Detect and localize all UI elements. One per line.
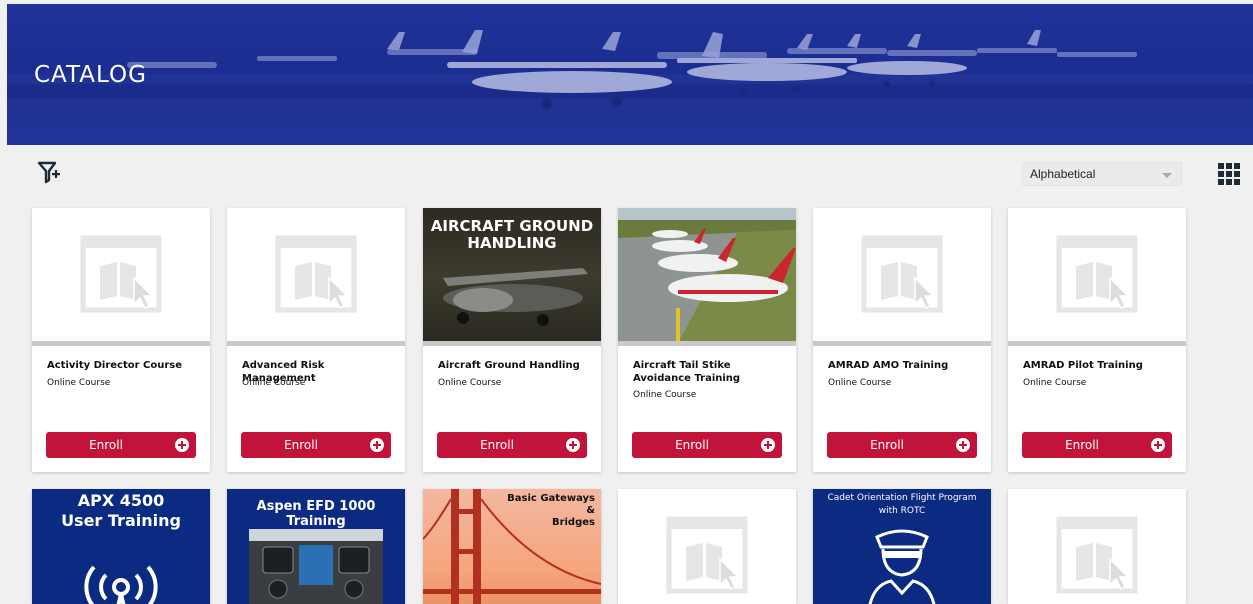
- course-card[interactable]: Aspen EFD 1000 Training: [227, 489, 405, 604]
- enroll-button[interactable]: Enroll: [1022, 432, 1172, 458]
- course-title[interactable]: AMRAD Pilot Training: [1023, 359, 1179, 372]
- thumbnail-divider: [618, 341, 796, 346]
- cockpit-photo: [249, 529, 383, 604]
- page-title: CATALOG: [34, 62, 147, 88]
- course-title[interactable]: Aircraft Tail Stike Avoidance Training: [633, 359, 789, 385]
- course-card[interactable]: [618, 489, 796, 604]
- placeholder-course-icon: [813, 208, 991, 343]
- sort-dropdown[interactable]: Alphabetical: [1022, 162, 1182, 186]
- course-card[interactable]: AMRAD Pilot Training Online Course Enrol…: [1008, 208, 1186, 472]
- course-card[interactable]: Cadet Orientation Flight Program with RO…: [813, 489, 991, 604]
- plus-circle-icon: [175, 438, 189, 452]
- course-type: Online Course: [1023, 378, 1087, 388]
- thumbnail-divider: [423, 341, 601, 346]
- thumbnail-divider: [813, 341, 991, 346]
- plus-circle-icon: [956, 438, 970, 452]
- runway-planes-photo: [618, 208, 796, 343]
- course-title[interactable]: AMRAD AMO Training: [828, 359, 984, 372]
- placeholder-course-icon: [1008, 208, 1186, 343]
- course-thumbnail[interactable]: [813, 208, 991, 343]
- pilot-icon: [868, 529, 936, 604]
- course-type: Online Course: [633, 390, 697, 400]
- course-title[interactable]: Activity Director Course: [47, 359, 203, 372]
- enroll-label: Enroll: [284, 438, 318, 452]
- course-thumbnail[interactable]: [618, 489, 796, 604]
- chevron-down-icon: [1162, 173, 1172, 178]
- course-thumbnail[interactable]: [1008, 489, 1186, 604]
- plus-circle-icon: [566, 438, 580, 452]
- thumbnail-caption: Basic Gateways & Bridges: [507, 493, 595, 528]
- thumbnail-divider: [227, 341, 405, 346]
- course-thumbnail[interactable]: Aspen EFD 1000 Training: [227, 489, 405, 604]
- enroll-label: Enroll: [89, 438, 123, 452]
- catalog-banner: CATALOG: [7, 4, 1253, 145]
- course-card[interactable]: Aircraft Tail Stike Avoidance Training O…: [618, 208, 796, 472]
- plus-circle-icon: [1151, 438, 1165, 452]
- sort-selected-value: Alphabetical: [1030, 167, 1096, 181]
- course-type: Online Course: [242, 378, 306, 388]
- plus-circle-icon: [761, 438, 775, 452]
- course-thumbnail[interactable]: Cadet Orientation Flight Program with RO…: [813, 489, 991, 604]
- course-thumbnail[interactable]: [618, 208, 796, 343]
- course-card[interactable]: Activity Director Course Online Course E…: [32, 208, 210, 472]
- enroll-button[interactable]: Enroll: [437, 432, 587, 458]
- course-card[interactable]: Basic Gateways & Bridges: [423, 489, 601, 604]
- radio-signal-icon: [84, 565, 158, 604]
- course-thumbnail[interactable]: [32, 208, 210, 343]
- grid-view-icon[interactable]: [1218, 163, 1240, 185]
- course-card[interactable]: APX 4500 User Training: [32, 489, 210, 604]
- placeholder-course-icon: [32, 208, 210, 343]
- course-thumbnail[interactable]: Basic Gateways & Bridges: [423, 489, 601, 604]
- course-card[interactable]: AMRAD AMO Training Online Course Enroll: [813, 208, 991, 472]
- thumbnail-divider: [32, 341, 210, 346]
- enroll-label: Enroll: [675, 438, 709, 452]
- course-thumbnail[interactable]: APX 4500 User Training: [32, 489, 210, 604]
- course-card[interactable]: Advanced Risk Management Online Course E…: [227, 208, 405, 472]
- enroll-label: Enroll: [480, 438, 514, 452]
- course-title[interactable]: Aircraft Ground Handling: [438, 359, 594, 372]
- enroll-label: Enroll: [870, 438, 904, 452]
- course-type: Online Course: [47, 378, 111, 388]
- course-thumbnail[interactable]: [1008, 208, 1186, 343]
- course-thumbnail[interactable]: [227, 208, 405, 343]
- enroll-button[interactable]: Enroll: [46, 432, 196, 458]
- placeholder-course-icon: [1008, 489, 1186, 604]
- course-card[interactable]: AIRCRAFT GROUND HANDLING Aircraft Ground…: [423, 208, 601, 472]
- enroll-label: Enroll: [1065, 438, 1099, 452]
- banner-planes-graphic: [7, 4, 1253, 145]
- course-thumbnail[interactable]: AIRCRAFT GROUND HANDLING: [423, 208, 601, 343]
- thumbnail-divider: [1008, 341, 1186, 346]
- course-type: Online Course: [438, 378, 502, 388]
- enroll-button[interactable]: Enroll: [827, 432, 977, 458]
- thumbnail-caption: AIRCRAFT GROUND HANDLING: [430, 217, 594, 252]
- course-type: Online Course: [828, 378, 892, 388]
- plus-circle-icon: [370, 438, 384, 452]
- enroll-button[interactable]: Enroll: [632, 432, 782, 458]
- enroll-button[interactable]: Enroll: [241, 432, 391, 458]
- placeholder-course-icon: [227, 208, 405, 343]
- placeholder-course-icon: [618, 489, 796, 604]
- filter-icon[interactable]: [37, 160, 61, 184]
- course-card[interactable]: [1008, 489, 1186, 604]
